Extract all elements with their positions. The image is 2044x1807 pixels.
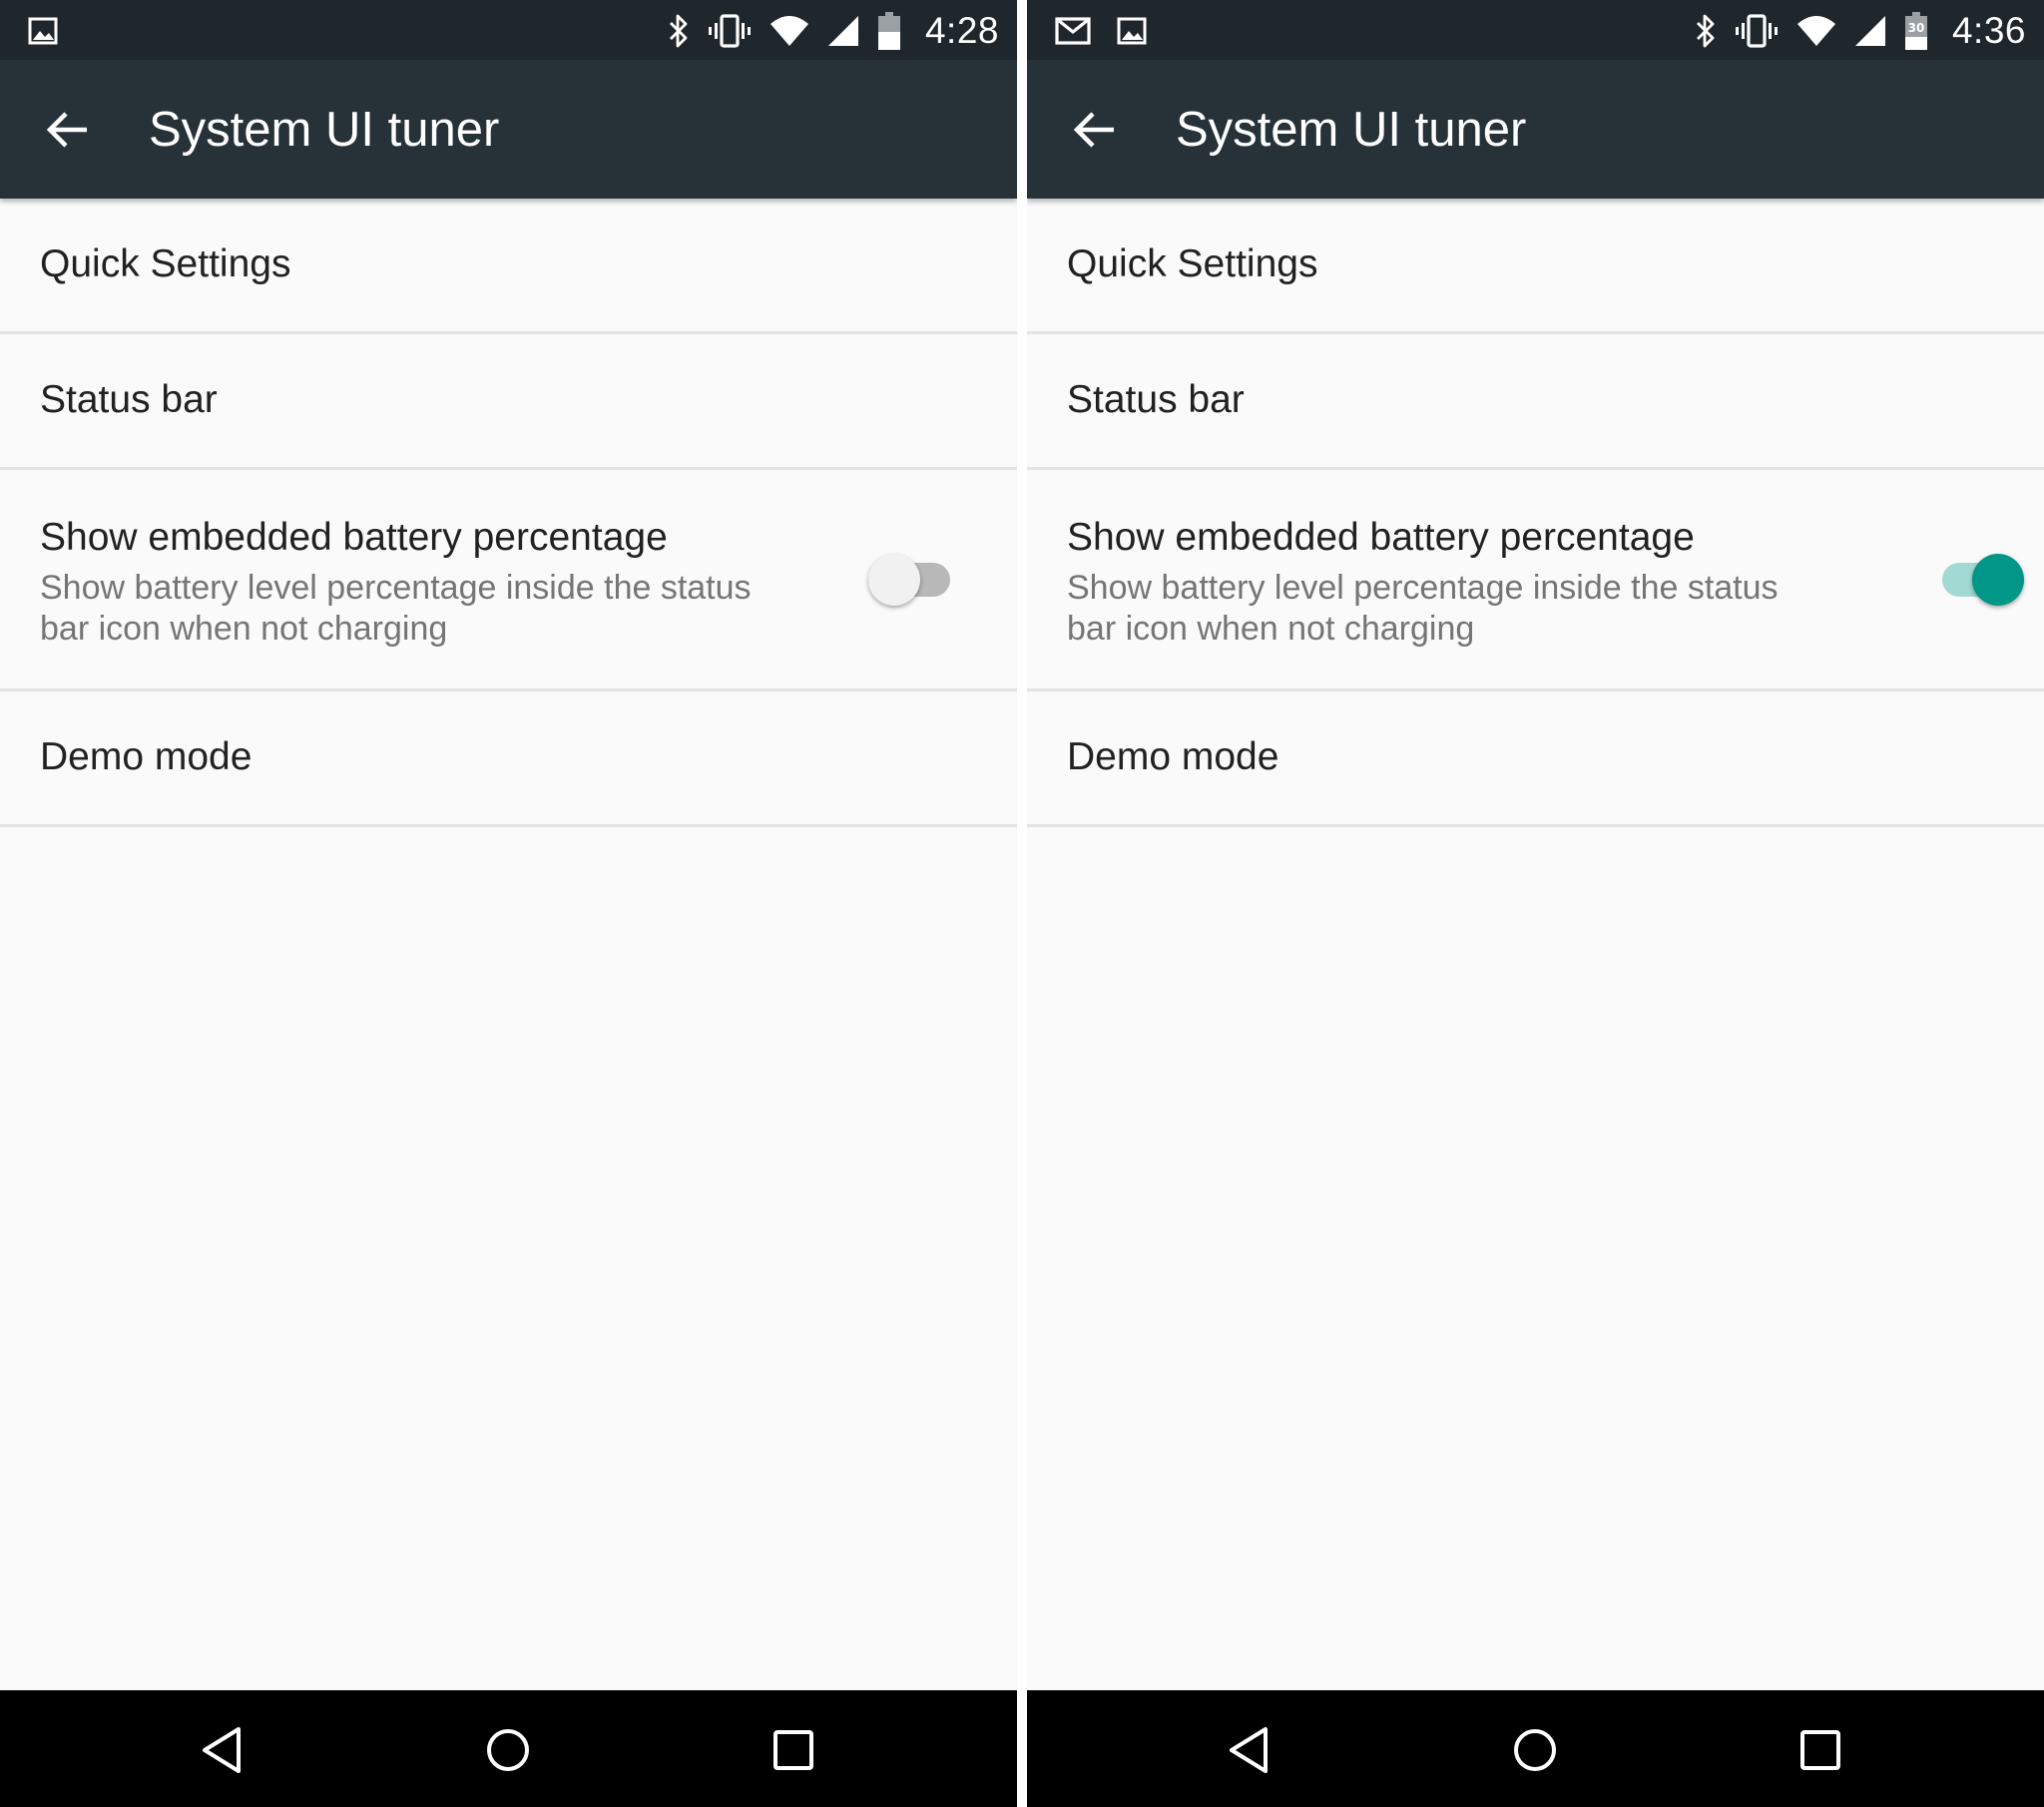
list-item-title: Quick Settings	[40, 242, 291, 285]
nav-back-icon	[1230, 1727, 1268, 1773]
nav-recents-icon	[773, 1730, 813, 1770]
list-item-status-bar[interactable]: Status bar	[1027, 334, 2044, 470]
battery-icon	[877, 12, 900, 50]
list-item-title: Show embedded battery percentage	[40, 516, 668, 559]
screen-right: 30 4:36 System UI tuner Quick Settings S…	[1027, 0, 2044, 1807]
arrow-left-icon	[46, 112, 87, 148]
switch-thumb	[868, 554, 920, 606]
status-bar-system-icons: 4:28	[668, 10, 999, 52]
status-bar-notifications	[1055, 14, 1147, 48]
settings-list: Quick Settings Status bar Show embedded …	[1027, 199, 2044, 827]
nav-back-icon	[203, 1727, 241, 1773]
nav-recents-button[interactable]	[766, 1722, 821, 1778]
gmail-icon	[1055, 17, 1091, 45]
nav-recents-icon	[1800, 1730, 1840, 1770]
navigation-bar	[1027, 1690, 2044, 1807]
status-bar: 30 4:36	[1027, 0, 2044, 60]
status-bar-clock: 4:36	[1951, 10, 2026, 51]
cell-signal-icon	[827, 16, 858, 46]
back-button[interactable]	[1067, 104, 1123, 156]
switch-thumb	[1972, 554, 2024, 606]
nav-home-icon	[487, 1729, 529, 1771]
list-item-status-bar[interactable]: Status bar	[0, 334, 1017, 470]
app-bar: System UI tuner	[0, 60, 1017, 199]
list-item-quick-settings[interactable]: Quick Settings	[0, 199, 1017, 334]
image-icon	[1117, 17, 1147, 45]
image-icon	[28, 17, 58, 45]
settings-list: Quick Settings Status bar Show embedded …	[0, 199, 1017, 827]
list-item-quick-settings[interactable]: Quick Settings	[1027, 199, 2044, 334]
nav-home-button[interactable]	[1507, 1722, 1563, 1778]
wifi-icon	[769, 16, 808, 46]
status-bar-system-icons: 30 4:36	[1695, 10, 2026, 52]
list-item-title: Status bar	[1067, 378, 1245, 421]
screen-left: 4:28 System UI tuner Quick Settings Stat…	[0, 0, 1017, 1807]
cell-signal-icon	[1854, 16, 1885, 46]
list-item-title: Quick Settings	[1067, 242, 1318, 285]
list-item-demo-mode[interactable]: Demo mode	[1027, 691, 2044, 827]
status-bar-clock: 4:28	[924, 10, 999, 51]
list-item-demo-mode[interactable]: Demo mode	[0, 691, 1017, 827]
list-item-title: Demo mode	[40, 735, 253, 778]
nav-recents-button[interactable]	[1792, 1722, 1848, 1778]
page-title: System UI tuner	[149, 103, 500, 157]
nav-back-button[interactable]	[1222, 1722, 1278, 1778]
list-item-summary: Show battery level percentage inside the…	[40, 569, 752, 648]
status-bar-notifications	[28, 14, 58, 48]
comparison-screens: 4:28 System UI tuner Quick Settings Stat…	[0, 0, 2044, 1807]
status-bar: 4:28	[0, 0, 1017, 60]
battery-percentage-switch[interactable]	[868, 551, 950, 606]
battery-percentage-switch[interactable]	[1942, 551, 2024, 606]
arrow-left-icon	[1073, 112, 1114, 148]
nav-home-icon	[1514, 1729, 1556, 1771]
battery-icon: 30	[1904, 12, 1927, 50]
list-item-battery-percentage[interactable]: Show embedded battery percentage Show ba…	[1027, 470, 2044, 691]
wifi-icon	[1796, 16, 1835, 46]
nav-back-button[interactable]	[195, 1722, 251, 1778]
list-item-battery-percentage[interactable]: Show embedded battery percentage Show ba…	[0, 470, 1017, 691]
vibrate-icon	[1735, 14, 1778, 48]
app-bar: System UI tuner	[1027, 60, 2044, 199]
list-item-summary: Show battery level percentage inside the…	[1067, 569, 1779, 648]
list-item-title: Demo mode	[1067, 735, 1279, 778]
navigation-bar	[0, 1690, 1017, 1807]
back-button[interactable]	[40, 104, 96, 156]
nav-home-button[interactable]	[480, 1722, 536, 1778]
vibrate-icon	[708, 14, 751, 48]
page-title: System UI tuner	[1176, 103, 1527, 157]
list-item-title: Status bar	[40, 378, 218, 421]
battery-percentage-text: 30	[1908, 21, 1925, 35]
bluetooth-icon	[669, 14, 688, 48]
bluetooth-icon	[1696, 14, 1715, 48]
list-item-title: Show embedded battery percentage	[1067, 516, 1695, 559]
